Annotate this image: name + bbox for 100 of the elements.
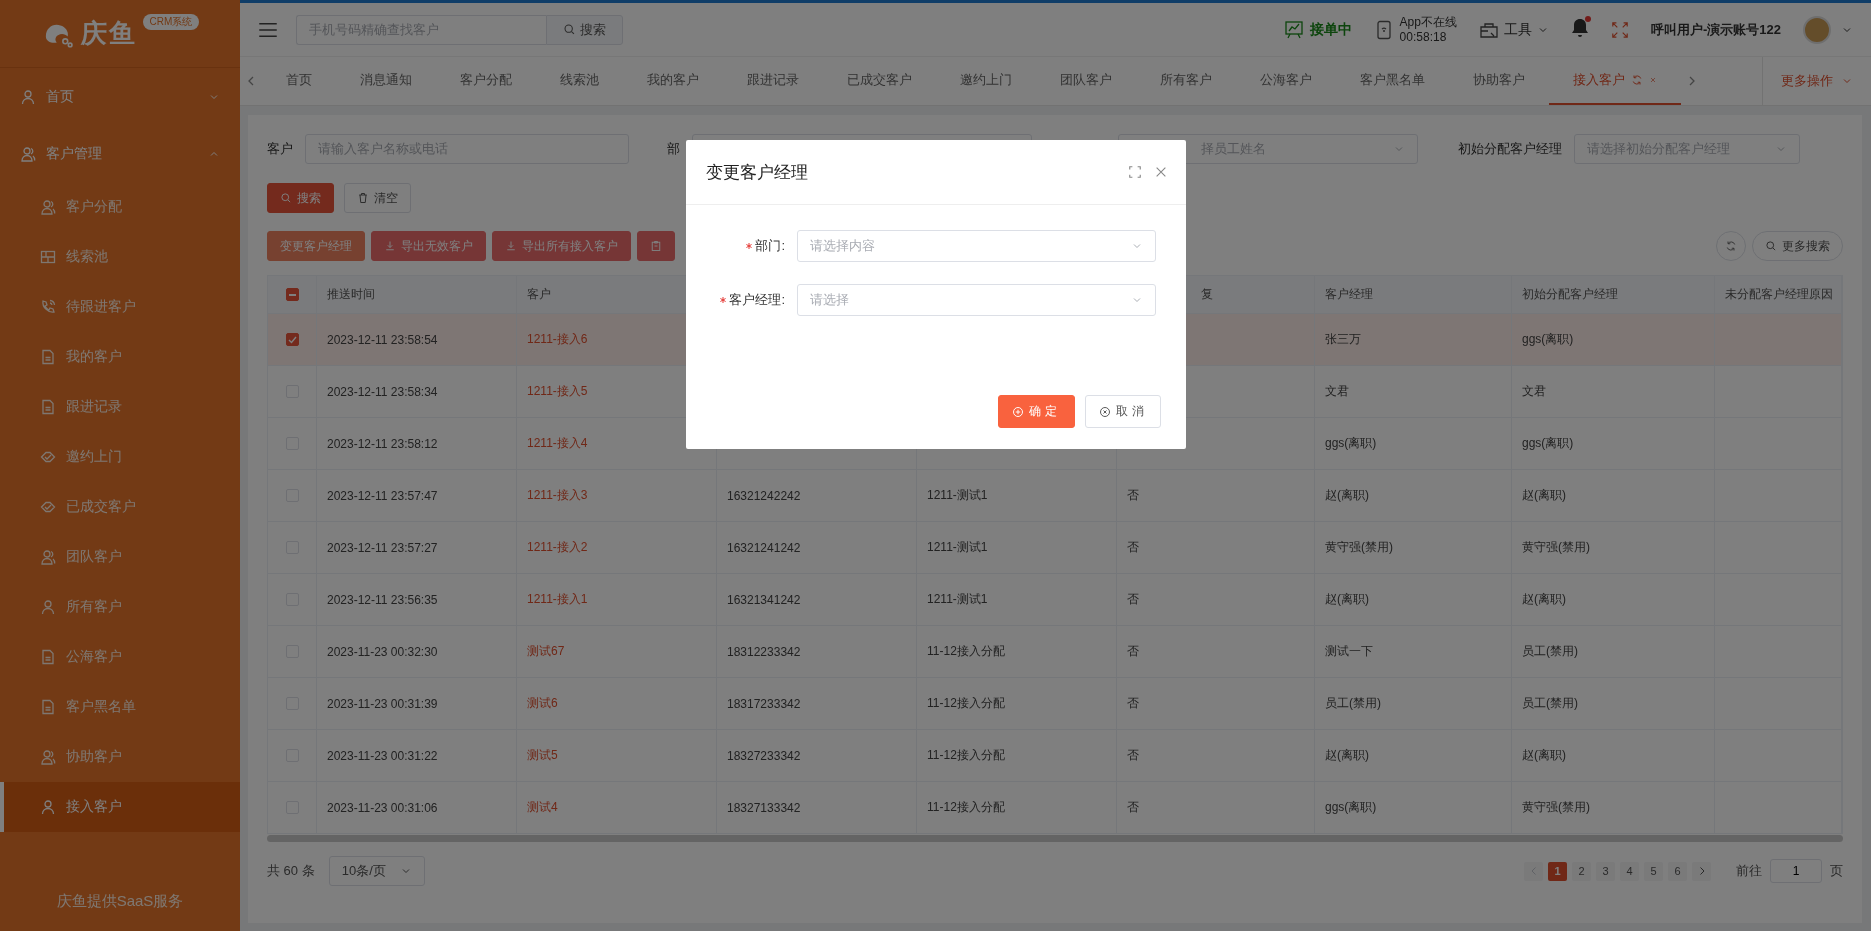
page-tab[interactable]: 客户分配	[436, 57, 536, 105]
table-cell: 18317233342	[727, 696, 801, 711]
form-label: 客户经理:	[729, 291, 785, 309]
page-tab[interactable]: 所有客户	[1136, 57, 1236, 105]
customer-link[interactable]: 测试6	[527, 695, 558, 712]
scrollbar[interactable]	[267, 835, 1843, 842]
table-cell: 赵(离职)	[1325, 591, 1369, 608]
customer-link[interactable]: 测试67	[527, 643, 565, 660]
column-header: 初始分配客户经理	[1522, 286, 1618, 303]
page-number[interactable]: 2	[1572, 861, 1591, 881]
sidebar-item[interactable]: 所有客户	[0, 582, 240, 632]
user-name[interactable]: 呼叫用户-演示账号122	[1650, 20, 1781, 39]
person-icon	[40, 599, 56, 615]
table-cell: 文君	[1325, 383, 1349, 400]
avatar[interactable]	[1803, 15, 1831, 44]
app-status-text: App不在线	[1399, 14, 1457, 30]
tools-menu[interactable]: 工具	[1478, 19, 1549, 40]
sidebar-footer-text: 庆鱼提供SaaS服务	[55, 892, 185, 911]
close-button[interactable]	[1154, 165, 1168, 179]
sidebar-item[interactable]: 团队客户	[0, 532, 240, 582]
page-tab[interactable]: 线索池	[536, 57, 623, 105]
more-actions-menu[interactable]: 更多操作	[1762, 57, 1871, 105]
more-search-button[interactable]: 更多搜索	[1752, 231, 1843, 261]
goto-page-field[interactable]: 1	[1770, 859, 1822, 883]
table-cell: 18327133342	[727, 800, 801, 815]
search-button[interactable]: 搜索	[267, 183, 334, 213]
customer-link[interactable]: 1211-接入6	[527, 331, 588, 348]
sidebar-item[interactable]: 客户黑名单	[0, 682, 240, 732]
select-field[interactable]: 请选择	[797, 284, 1156, 316]
page-tab[interactable]: 首页	[262, 57, 336, 105]
column-header: 复	[1201, 286, 1213, 303]
customer-link[interactable]: 测试5	[527, 747, 558, 764]
page-number[interactable]: 3	[1596, 861, 1615, 881]
table-cell: 2023-12-11 23:56:35	[327, 592, 438, 607]
search-button[interactable]: 搜索	[546, 14, 623, 45]
table-cell: 黄守强(禁用)	[1522, 799, 1590, 816]
sidebar-item[interactable]: 线索池	[0, 232, 240, 282]
previous-page-button[interactable]	[1524, 861, 1543, 881]
confirm-button[interactable]: 确定	[998, 395, 1075, 428]
table-row[interactable]: 2023-12-11 23:57:27 1211-接入2 16321241242 1211-测试1 否 黄守强(禁用) 黄守强(禁用)	[268, 521, 1842, 573]
sidebar-item[interactable]: 跟进记录	[0, 382, 240, 432]
page-number[interactable]: 1	[1548, 861, 1567, 881]
page-tab[interactable]: 邀约上门	[936, 57, 1036, 105]
sidebar-item[interactable]: 已成交客户	[0, 482, 240, 532]
table-cell: 16321341242	[727, 592, 801, 607]
action-button[interactable]	[637, 231, 675, 261]
table-cell: 2023-12-11 23:57:47	[327, 488, 438, 503]
page-number[interactable]: 6	[1668, 861, 1687, 881]
sidebar-item[interactable]: 公海客户	[0, 632, 240, 682]
search-icon	[280, 192, 292, 204]
app-timer-text: 00:58:18	[1399, 29, 1448, 45]
table-row[interactable]: 2023-11-23 00:31:22 测试5 18327233342 11-12接入分配 否 赵(离职) 赵(离职)	[268, 729, 1842, 781]
customer-link[interactable]: 1211-接入3	[527, 487, 588, 504]
sidebar-item[interactable]: 待跟进客户	[0, 282, 240, 332]
action-button[interactable]: 导出所有接入客户	[492, 231, 631, 261]
table-row[interactable]: 2023-11-23 00:31:39 测试6 18317233342 11-12接入分配 否 员工(禁用) 员工(禁用)	[268, 677, 1842, 729]
page-number[interactable]: 4	[1620, 861, 1639, 881]
page-size-select[interactable]: 10条/页	[328, 856, 425, 886]
action-button[interactable]: 变更客户经理	[267, 231, 365, 261]
page-tab[interactable]: 已成交客户	[823, 57, 936, 105]
refresh-button[interactable]	[1716, 231, 1746, 261]
table-row[interactable]: 2023-12-11 23:57:47 1211-接入3 16321242242 1211-测试1 否 赵(离职) 赵(离职)	[268, 469, 1842, 521]
action-button[interactable]: 导出无效客户	[371, 231, 486, 261]
select-all-checkbox[interactable]	[285, 288, 299, 301]
cancel-button[interactable]: 取消	[1085, 395, 1161, 428]
table-row[interactable]: 2023-11-23 00:32:30 测试67 18312233342 11-12接入分配 否 测试一下 员工(禁用)	[268, 625, 1842, 677]
customer-link[interactable]: 1211-接入2	[527, 539, 588, 556]
table-cell: 否	[1127, 591, 1139, 608]
column-header: 推送时间	[327, 286, 375, 303]
select-field[interactable]: 请选择内容	[797, 230, 1156, 262]
table-cell: ggs(离职)	[1325, 799, 1377, 816]
sidebar-item[interactable]: 客户分配	[0, 182, 240, 232]
table-cell: 2023-12-11 23:58:54	[327, 332, 438, 347]
table-row[interactable]: 2023-11-23 00:31:06 测试4 18327133342 11-12接入分配 否 ggs(离职) 黄守强(禁用)	[268, 781, 1842, 833]
clear-button[interactable]: 清空	[344, 183, 411, 213]
customer-link[interactable]: 1211-接入4	[527, 435, 588, 452]
page-tab[interactable]: 协助客户	[1449, 57, 1549, 105]
minus-icon	[288, 293, 296, 296]
page-number[interactable]: 5	[1644, 861, 1663, 881]
sidebar-menu-item[interactable]: 首页	[0, 68, 240, 125]
page-tab[interactable]: 我的客户	[623, 57, 723, 105]
sidebar-item[interactable]: 我的客户	[0, 332, 240, 382]
sidebar-item[interactable]: 邀约上门	[0, 432, 240, 482]
table-row[interactable]: 2023-12-11 23:56:35 1211-接入1 16321341242 1211-测试1 否 赵(离职) 赵(离职)	[268, 573, 1842, 625]
trash-icon	[357, 192, 369, 204]
sidebar-menu-item[interactable]: 客户管理	[0, 125, 240, 182]
customer-link[interactable]: 测试4	[527, 799, 558, 816]
sidebar-item[interactable]: 协助客户	[0, 732, 240, 782]
row-checkbox[interactable]	[285, 333, 299, 346]
page-tab[interactable]: 接入客户	[1549, 57, 1681, 105]
page-tab[interactable]: 团队客户	[1036, 57, 1136, 105]
customer-link[interactable]: 1211-接入5	[527, 383, 588, 400]
page-tab[interactable]: 客户黑名单	[1336, 57, 1449, 105]
sidebar-item[interactable]: 接入客户	[0, 782, 240, 832]
page-tab[interactable]: 跟进记录	[723, 57, 823, 105]
customer-link[interactable]: 1211-接入1	[527, 591, 588, 608]
next-page-button[interactable]	[1692, 861, 1711, 881]
page-tab[interactable]: 消息通知	[336, 57, 436, 105]
maximize-button[interactable]	[1128, 165, 1142, 179]
page-tab[interactable]: 公海客户	[1236, 57, 1336, 105]
